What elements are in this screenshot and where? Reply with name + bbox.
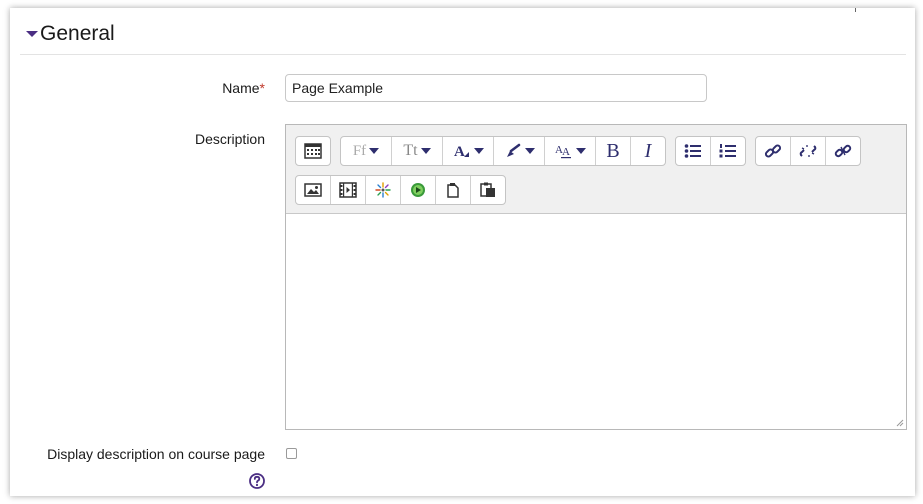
- font-size-button[interactable]: Tt: [392, 137, 443, 165]
- font-family-glyph: Ff: [352, 142, 367, 159]
- font-color-button[interactable]: A: [443, 137, 494, 165]
- highlight-brush-icon: [506, 143, 520, 157]
- manage-files-button[interactable]: [826, 137, 860, 165]
- svg-text:A: A: [454, 144, 465, 159]
- numbered-list-icon: [719, 144, 736, 158]
- description-editor: Ff Tt A A A B I: [285, 124, 907, 430]
- paste-button[interactable]: [471, 176, 505, 204]
- equation-button[interactable]: [366, 176, 401, 204]
- chevron-down-icon: [473, 148, 484, 154]
- italic-glyph: I: [644, 139, 652, 162]
- toolbar-group-lists: [675, 136, 746, 166]
- name-label: Name*: [160, 80, 265, 96]
- help-icon[interactable]: [249, 473, 265, 489]
- font-color-icon: A: [454, 144, 469, 159]
- video-play-button[interactable]: [401, 176, 436, 204]
- bullet-list-icon: [684, 144, 701, 158]
- chevron-down-icon: [369, 148, 380, 154]
- clipboard-icon: [447, 183, 459, 198]
- link-button[interactable]: [756, 137, 791, 165]
- chevron-down-icon: [420, 148, 431, 154]
- chevron-down-icon: [524, 148, 535, 154]
- editor-toolbar: Ff Tt A A A B I: [286, 125, 906, 214]
- link-icon: [764, 144, 782, 158]
- chevron-down-icon: [575, 148, 586, 154]
- toolbar-group-links: [755, 136, 861, 166]
- collapse-caret-icon[interactable]: [26, 31, 38, 37]
- image-icon: [304, 183, 322, 197]
- unlink-button[interactable]: [791, 137, 826, 165]
- toolbar-group-style: Ff Tt A A A B I: [340, 136, 666, 166]
- description-label: Description: [194, 131, 265, 147]
- resize-handle-icon[interactable]: [896, 419, 904, 427]
- font-size-glyph: Tt: [403, 142, 418, 159]
- unordered-list-button[interactable]: [676, 137, 711, 165]
- font-family-button[interactable]: Ff: [341, 137, 392, 165]
- bold-glyph: B: [606, 139, 620, 162]
- image-button[interactable]: [296, 176, 331, 204]
- toolbar-group-collapse: [295, 136, 331, 166]
- name-label-text: Name: [222, 80, 260, 96]
- display-description-label: Display description on course page: [47, 446, 265, 462]
- section-general[interactable]: General: [20, 22, 906, 55]
- description-textarea[interactable]: [286, 214, 906, 429]
- required-icon: *: [259, 80, 265, 96]
- text-style-icon: A A: [555, 144, 571, 159]
- play-icon: [411, 183, 425, 197]
- toolbar-toggle-button[interactable]: [296, 137, 330, 165]
- bold-button[interactable]: B: [596, 137, 631, 165]
- section-title[interactable]: General: [40, 22, 115, 46]
- scroll-tick: [855, 8, 856, 12]
- media-button[interactable]: [331, 176, 366, 204]
- italic-button[interactable]: I: [631, 137, 665, 165]
- unlink-icon: [799, 145, 817, 157]
- broken-link-icon: [834, 144, 852, 158]
- svg-text:A: A: [562, 146, 570, 158]
- toolbar-group-media: [295, 175, 506, 205]
- name-input[interactable]: [285, 74, 707, 102]
- highlight-button[interactable]: [494, 137, 545, 165]
- text-style-button[interactable]: A A: [545, 137, 596, 165]
- film-icon: [339, 182, 357, 198]
- keyboard-icon: [304, 143, 322, 159]
- form-frame: General Name* Description: [10, 8, 915, 496]
- copy-button[interactable]: [436, 176, 471, 204]
- paste-icon: [480, 182, 495, 197]
- display-description-checkbox[interactable]: [286, 448, 297, 459]
- sparkle-icon: [375, 182, 391, 198]
- ordered-list-button[interactable]: [711, 137, 745, 165]
